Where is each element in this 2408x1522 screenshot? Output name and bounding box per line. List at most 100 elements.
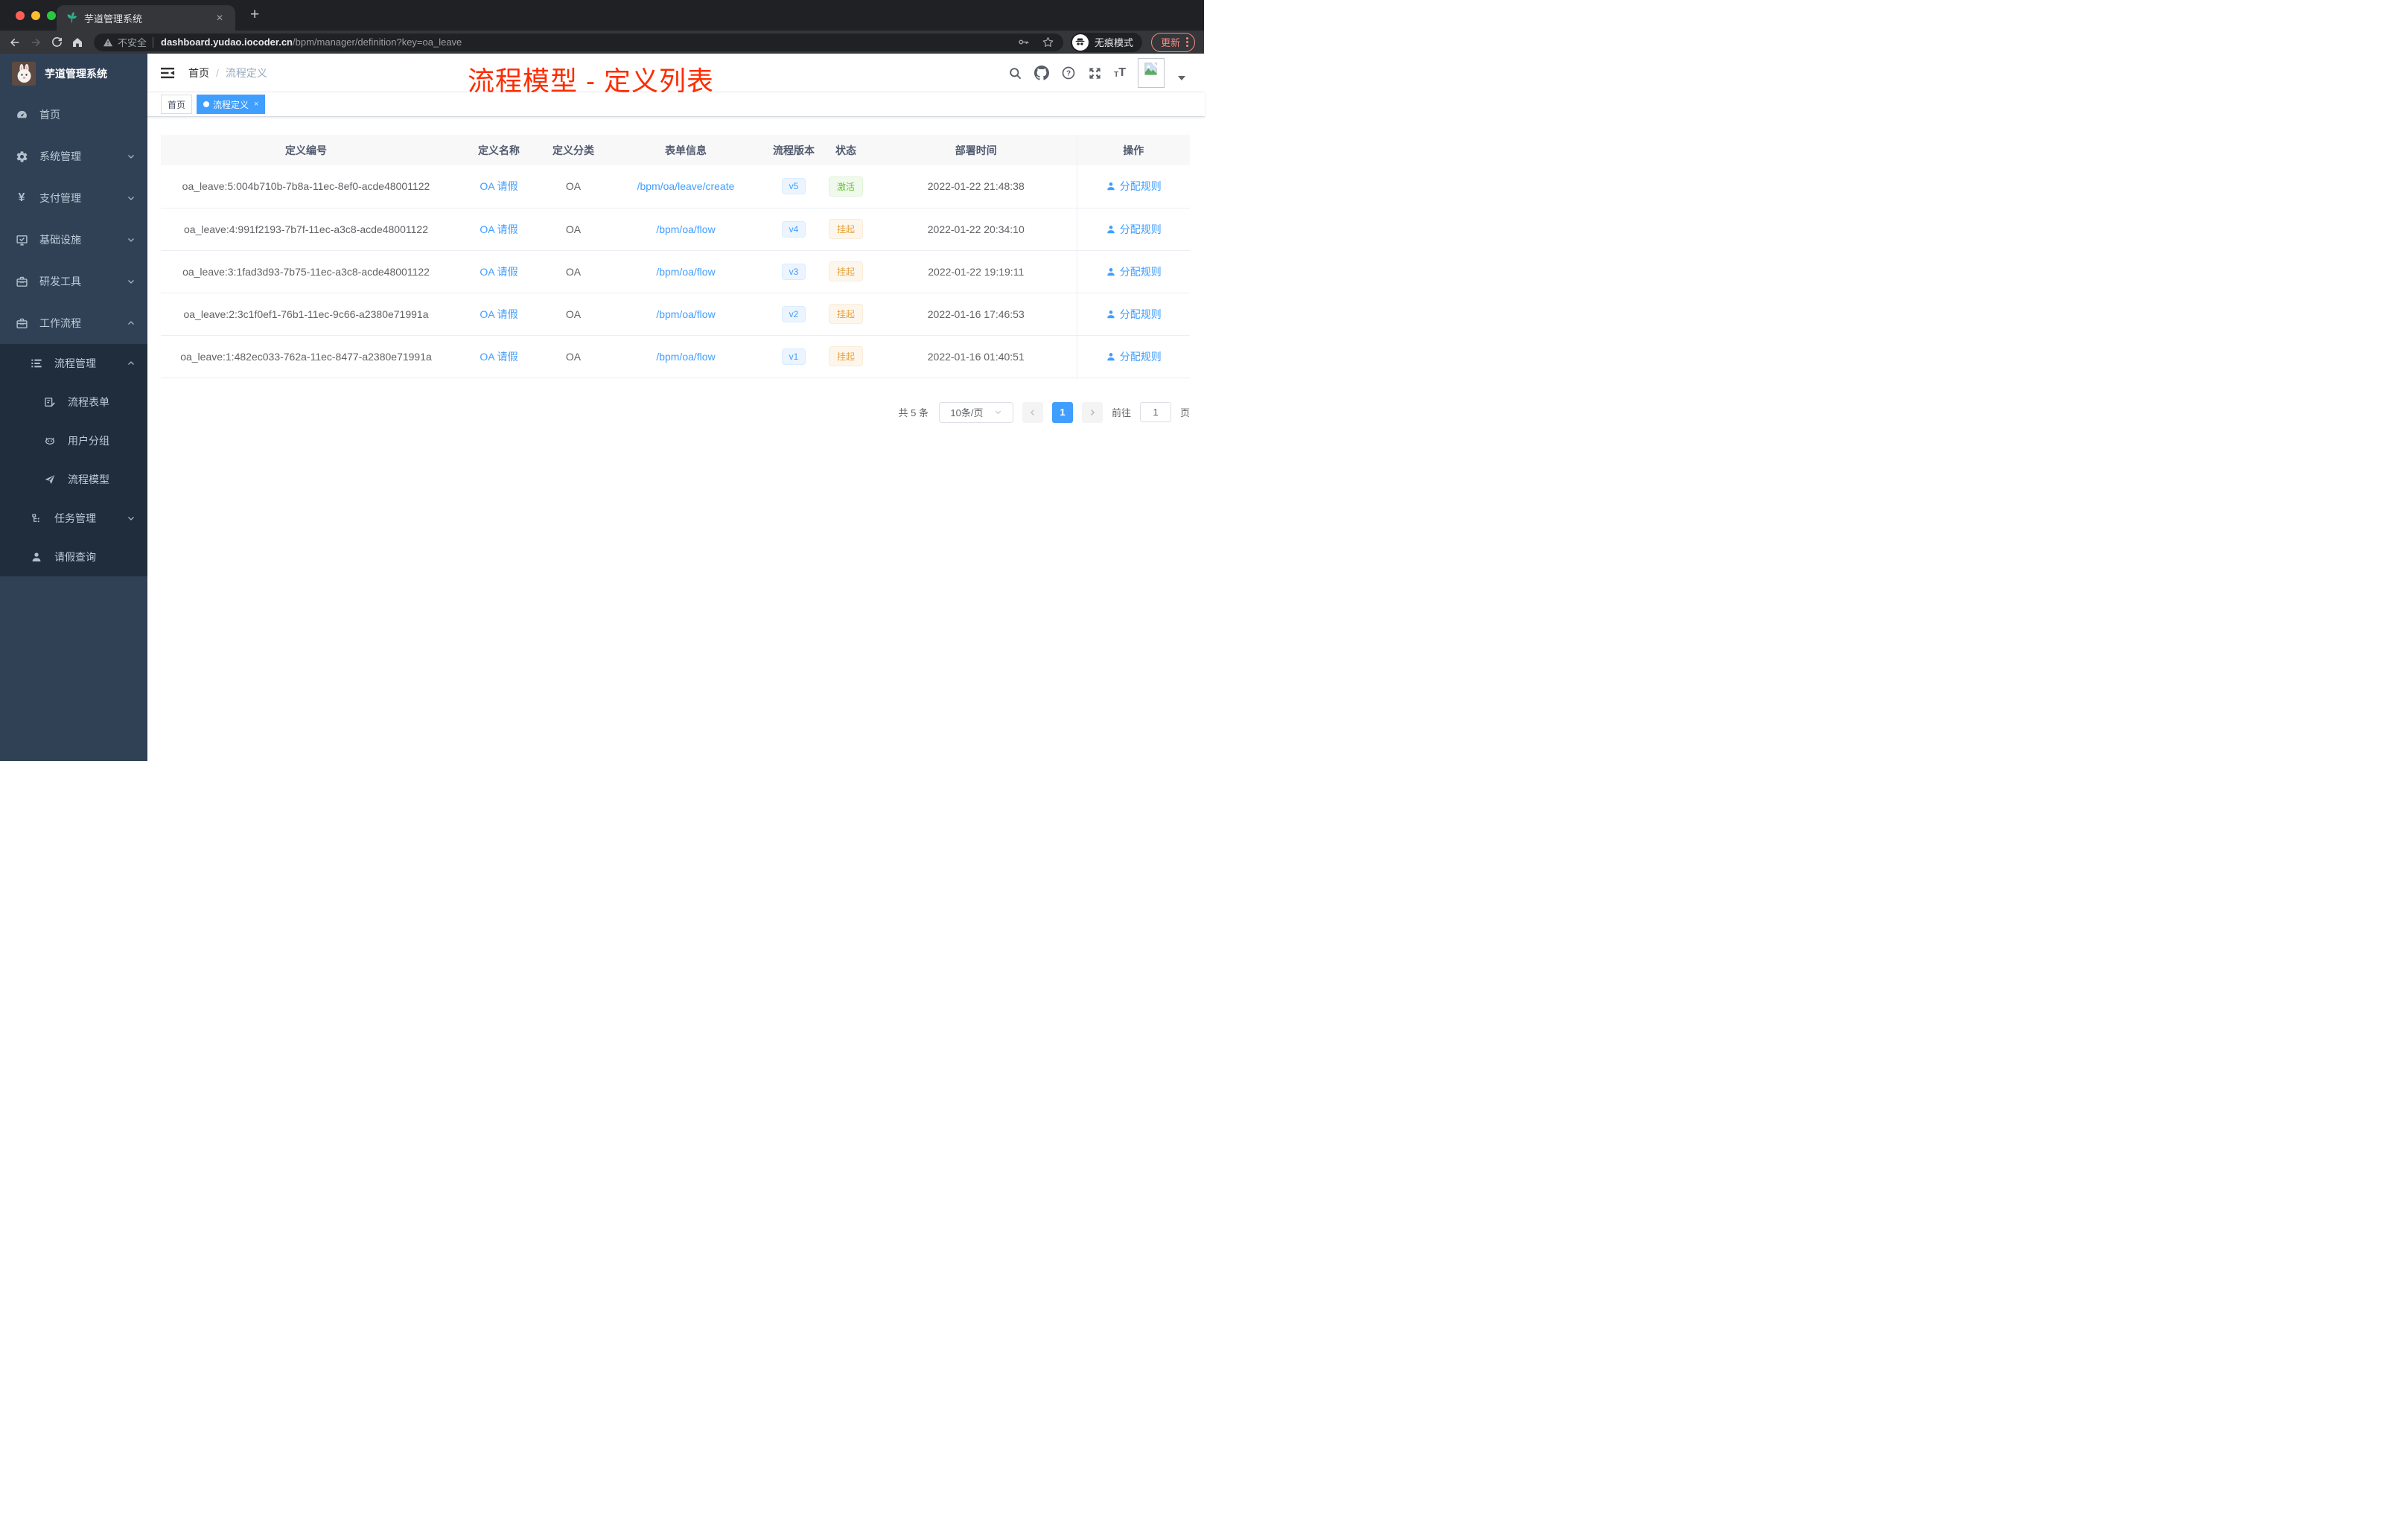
- address-bar[interactable]: 不安全 dashboard.yudao.iocoder.cn/bpm/manag…: [94, 33, 1063, 51]
- update-button[interactable]: 更新: [1150, 32, 1195, 52]
- sidebar-item-label: 流程表单: [68, 396, 109, 408]
- github-icon[interactable]: [1034, 66, 1050, 80]
- goto-label: 前往: [1111, 407, 1131, 418]
- version-badge[interactable]: v1: [781, 348, 806, 365]
- breadcrumb-current: 流程定义: [225, 66, 267, 79]
- goto-page-input[interactable]: [1139, 402, 1171, 422]
- incognito-label: 无痕模式: [1094, 37, 1133, 48]
- user-icon: [1107, 225, 1115, 233]
- fullscreen-icon[interactable]: [1088, 66, 1102, 80]
- assign-rule-button[interactable]: 分配规则: [1106, 349, 1162, 364]
- user-icon: [30, 551, 43, 563]
- form-link[interactable]: /bpm/oa/flow: [656, 266, 715, 278]
- avatar-dropdown-caret[interactable]: [1178, 76, 1185, 80]
- sidebar-item-label: 工作流程: [39, 317, 81, 329]
- tag-close-icon[interactable]: ×: [254, 100, 258, 109]
- sidebar-item-payment[interactable]: ¥ 支付管理: [0, 177, 147, 219]
- version-badge[interactable]: v3: [781, 263, 806, 280]
- help-icon[interactable]: ?: [1061, 66, 1076, 80]
- breadcrumb-home[interactable]: 首页: [188, 66, 209, 80]
- assign-rule-button[interactable]: 分配规则: [1106, 222, 1162, 237]
- chevron-down-icon: [127, 194, 136, 203]
- monitor-icon: [15, 234, 28, 246]
- sidebar-item-leave-query[interactable]: 请假查询: [0, 538, 147, 576]
- page-size-select[interactable]: 10条/页: [938, 401, 1013, 423]
- definition-id: oa_leave:4:991f2193-7b7f-11ec-a3c8-acde4…: [161, 208, 451, 251]
- sidebar-logo[interactable]: 芋道管理系统: [0, 54, 147, 94]
- home-button[interactable]: [69, 34, 86, 51]
- definition-category: OA: [547, 208, 600, 251]
- definition-name-link[interactable]: OA 请假: [480, 180, 517, 192]
- navbar: 首页 / 流程定义 流程模型 - 定义列表 ? T T: [147, 54, 1205, 96]
- table-row: oa_leave:3:1fad3d93-7b75-11ec-a3c8-acde4…: [161, 250, 1190, 293]
- window-zoom-button[interactable]: [47, 11, 56, 20]
- definition-name-link[interactable]: OA 请假: [480, 266, 517, 278]
- sidebar-item-task-management[interactable]: 任务管理: [0, 499, 147, 538]
- definition-name-link[interactable]: OA 请假: [480, 308, 517, 320]
- form-link[interactable]: /bpm/oa/leave/create: [637, 180, 735, 192]
- reload-button[interactable]: [48, 34, 66, 51]
- forward-button[interactable]: [27, 34, 45, 51]
- sidebar-item-system[interactable]: 系统管理: [0, 136, 147, 177]
- table-row: oa_leave:2:3c1f0ef1-76b1-11ec-9c66-a2380…: [161, 293, 1190, 336]
- deploy-time: 2022-01-22 21:48:38: [876, 165, 1077, 208]
- form-link[interactable]: /bpm/oa/flow: [656, 351, 715, 363]
- version-badge[interactable]: v2: [781, 305, 806, 322]
- sidebar-item-label: 系统管理: [39, 150, 81, 162]
- tab-close-icon[interactable]: ✕: [213, 11, 226, 25]
- sidebar-item-process-management[interactable]: 流程管理: [0, 344, 147, 383]
- sidebar-item-home[interactable]: 首页: [0, 94, 147, 136]
- browser-toolbar: 不安全 dashboard.yudao.iocoder.cn/bpm/manag…: [0, 31, 1204, 54]
- assign-rule-button[interactable]: 分配规则: [1106, 179, 1162, 194]
- sidebar-item-infrastructure[interactable]: 基础设施: [0, 219, 147, 261]
- status-badge: 挂起: [828, 261, 863, 281]
- font-size-icon[interactable]: TT: [1114, 67, 1126, 79]
- tag-label: 流程定义: [213, 99, 249, 110]
- browser-menu-icon[interactable]: [1186, 37, 1188, 47]
- tags-view: 首页 流程定义 ×: [147, 92, 1205, 117]
- version-badge[interactable]: v5: [781, 178, 806, 195]
- sidebar-item-user-group[interactable]: 用户分组: [0, 421, 147, 460]
- avatar[interactable]: [1138, 58, 1165, 88]
- workflow-submenu: 流程管理 流程表单 用户分组 流程模型 任务管理 请假查询: [0, 344, 147, 576]
- form-link[interactable]: /bpm/oa/flow: [656, 223, 715, 235]
- tag-process-definition[interactable]: 流程定义 ×: [197, 95, 266, 114]
- chevron-right-icon: [1090, 409, 1095, 415]
- chevron-down-icon: [995, 410, 1001, 415]
- bookmark-star-icon[interactable]: [1042, 36, 1054, 48]
- chevron-up-icon: [127, 359, 136, 368]
- next-page-button[interactable]: [1081, 401, 1103, 423]
- sidebar-item-label: 流程模型: [68, 474, 109, 485]
- sidebar-item-devtools[interactable]: 研发工具: [0, 261, 147, 302]
- yen-icon: ¥: [18, 191, 25, 204]
- app-title: 芋道管理系统: [45, 68, 107, 80]
- assign-rule-button[interactable]: 分配规则: [1106, 307, 1162, 322]
- back-button[interactable]: [6, 34, 24, 51]
- password-key-icon[interactable]: [1017, 36, 1030, 48]
- window-minimize-button[interactable]: [31, 11, 40, 20]
- pagination: 共 5 条 10条/页 1 前往 页: [161, 401, 1190, 423]
- sidebar-item-label: 用户分组: [68, 435, 109, 447]
- assign-rule-button[interactable]: 分配规则: [1106, 264, 1162, 279]
- col-header-status: 状态: [816, 135, 876, 165]
- toolbox-icon: [15, 276, 28, 288]
- version-badge[interactable]: v4: [781, 220, 806, 238]
- sidebar-item-process-form[interactable]: 流程表单: [0, 383, 147, 421]
- user-icon: [1107, 182, 1115, 191]
- url-host: dashboard.yudao.iocoder.cn: [161, 36, 293, 48]
- sidebar-fold-icon[interactable]: [161, 66, 175, 80]
- sidebar-item-workflow[interactable]: 工作流程: [0, 302, 147, 344]
- new-tab-button[interactable]: +: [246, 6, 264, 24]
- security-label: 不安全: [118, 37, 147, 48]
- prev-page-button[interactable]: [1022, 401, 1043, 423]
- tag-home[interactable]: 首页: [161, 95, 193, 114]
- page-number-1[interactable]: 1: [1051, 401, 1073, 423]
- browser-tab[interactable]: 芋道管理系统 ✕: [57, 5, 235, 31]
- definition-name-link[interactable]: OA 请假: [480, 351, 517, 363]
- definition-name-link[interactable]: OA 请假: [480, 223, 517, 235]
- sidebar-item-process-model[interactable]: 流程模型: [0, 460, 147, 499]
- goto-unit: 页: [1179, 407, 1190, 418]
- window-close-button[interactable]: [16, 11, 25, 20]
- search-icon[interactable]: [1008, 66, 1022, 80]
- form-link[interactable]: /bpm/oa/flow: [656, 308, 715, 320]
